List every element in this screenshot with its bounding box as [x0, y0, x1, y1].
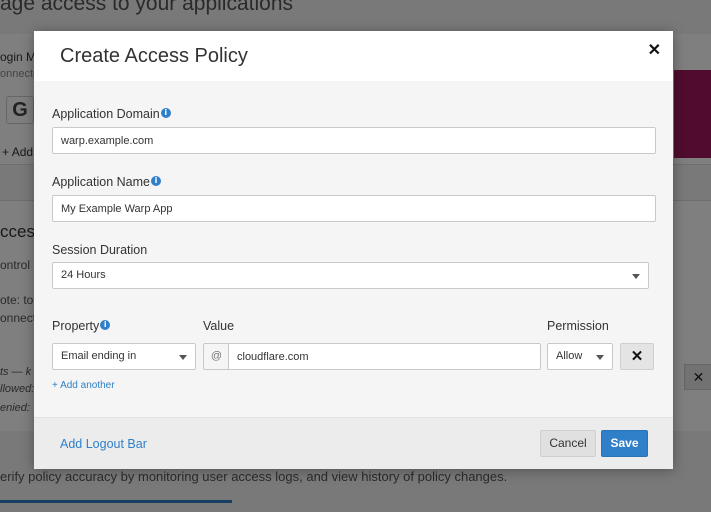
- close-icon: ✕: [630, 348, 644, 365]
- add-logout-bar-link[interactable]: Add Logout Bar: [60, 437, 147, 451]
- info-icon[interactable]: i: [150, 176, 161, 186]
- modal-header: Create Access Policy ✕: [34, 31, 673, 81]
- permission-select[interactable]: Allow: [547, 343, 613, 370]
- add-another-link[interactable]: + Add another: [52, 380, 115, 391]
- application-domain-label-text: Application Domain: [52, 107, 160, 121]
- chevron-down-icon: [632, 274, 640, 279]
- info-icon[interactable]: i: [160, 108, 171, 118]
- value-field[interactable]: [228, 343, 541, 370]
- value-label: Value: [203, 319, 235, 333]
- application-domain-label: Application Domain i: [52, 107, 171, 121]
- property-label-text: Property: [52, 319, 100, 333]
- property-label: Property i: [52, 319, 111, 333]
- info-icon[interactable]: i: [100, 320, 111, 330]
- cancel-button[interactable]: Cancel: [540, 430, 596, 457]
- at-sign-icon: @: [203, 343, 229, 370]
- modal-title: Create Access Policy: [60, 45, 248, 67]
- permission-label: Permission: [547, 319, 609, 333]
- chevron-down-icon: [596, 355, 604, 360]
- remove-rule-button[interactable]: ✕: [620, 343, 654, 370]
- application-name-label: Application Name i: [52, 175, 161, 189]
- session-duration-value: 24 Hours: [61, 269, 106, 281]
- property-select[interactable]: Email ending in: [52, 343, 196, 370]
- chevron-down-icon: [179, 355, 187, 360]
- close-icon[interactable]: ✕: [648, 40, 661, 60]
- save-button[interactable]: Save: [601, 430, 648, 457]
- property-select-value: Email ending in: [61, 350, 137, 362]
- permission-select-value: Allow: [556, 350, 583, 362]
- session-duration-label: Session Duration: [52, 243, 148, 257]
- application-domain-field[interactable]: [52, 127, 656, 154]
- application-name-field[interactable]: [52, 195, 656, 222]
- session-duration-select[interactable]: 24 Hours: [52, 262, 649, 289]
- application-name-label-text: Application Name: [52, 175, 150, 189]
